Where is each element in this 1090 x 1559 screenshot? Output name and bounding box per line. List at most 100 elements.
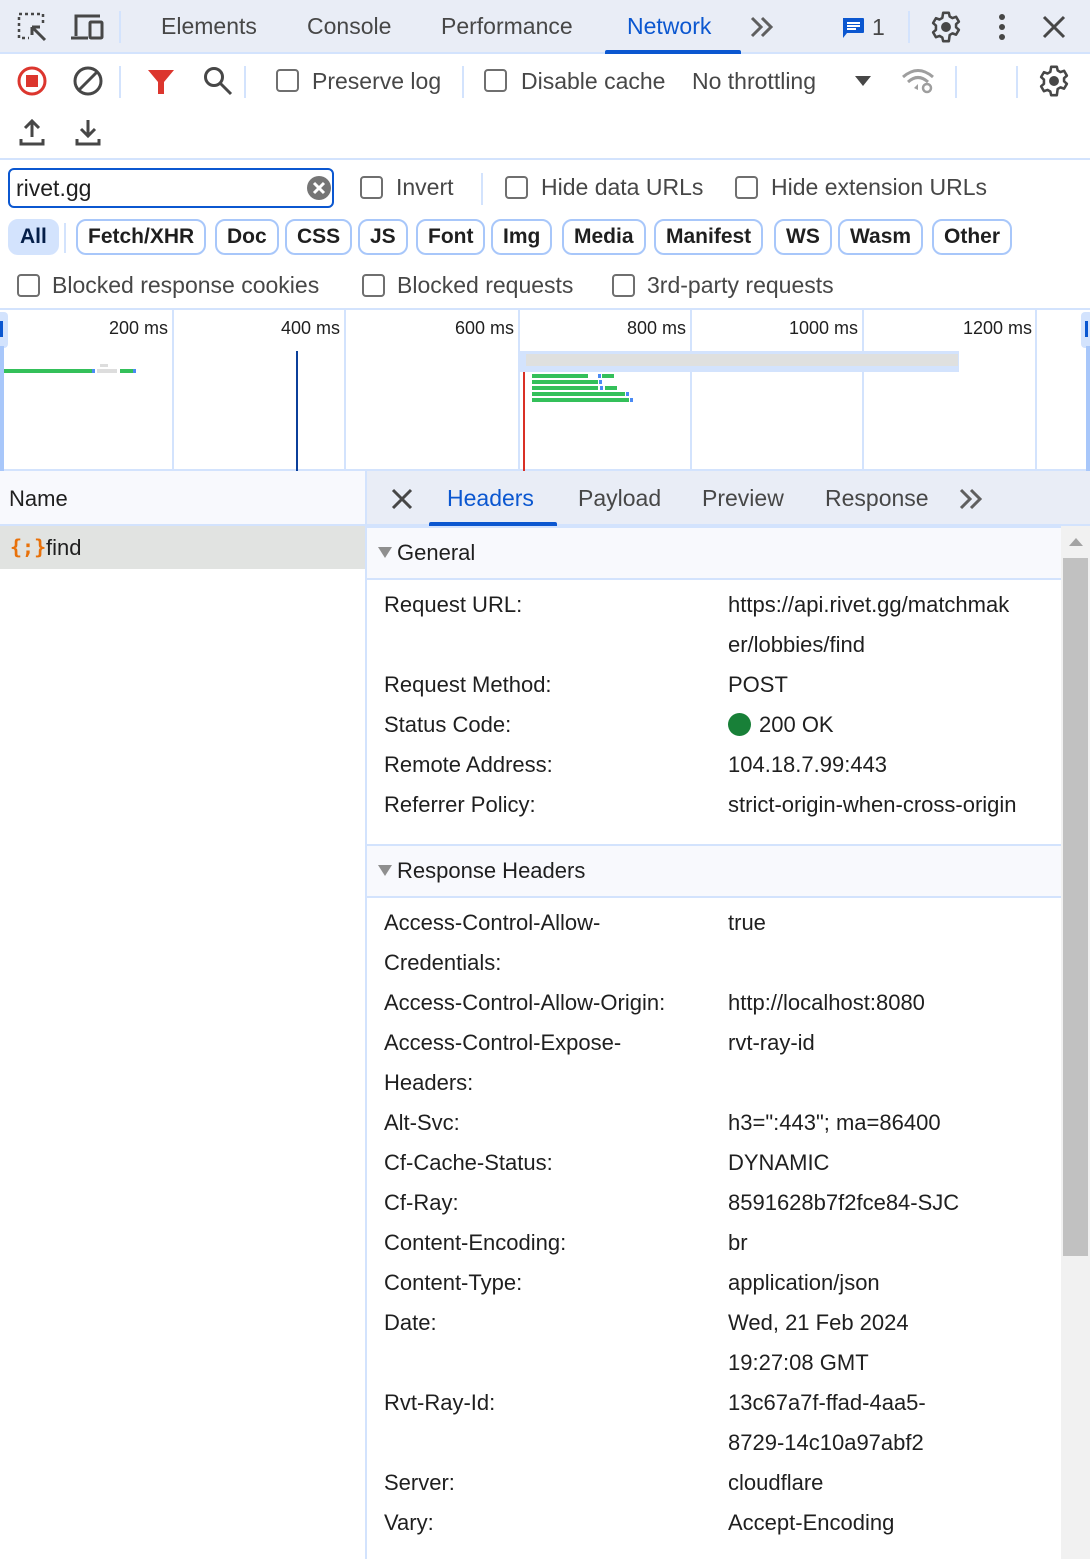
hide-data-urls-checkbox[interactable] xyxy=(505,176,528,199)
tab-preview[interactable]: Preview xyxy=(702,471,784,526)
disable-cache-label[interactable]: Disable cache xyxy=(521,66,665,96)
overview-right-edge xyxy=(1086,346,1090,471)
waterfall-bar xyxy=(532,380,598,384)
network-toolbar: Preserve log Disable cache No throttling xyxy=(0,54,1090,160)
close-details-icon[interactable] xyxy=(390,487,414,511)
waterfall-bar xyxy=(600,386,603,390)
waterfall-bar xyxy=(4,369,92,373)
filter-input[interactable]: rivet.gg xyxy=(8,168,334,208)
blocked-response-cookies-label[interactable]: Blocked response cookies xyxy=(52,270,319,300)
overview-right-handle[interactable] xyxy=(1081,312,1090,348)
triangle-down-icon xyxy=(378,547,392,558)
section-title: General xyxy=(397,540,476,565)
waterfall-bar xyxy=(532,398,629,402)
tab-response[interactable]: Response xyxy=(825,471,929,526)
section-general-header[interactable]: General xyxy=(367,526,1061,580)
header-value: POST xyxy=(728,672,788,697)
third-party-requests-label[interactable]: 3rd-party requests xyxy=(647,270,834,300)
column-header-name[interactable]: Name xyxy=(0,471,367,526)
filter-chip-fetch-xhr[interactable]: Fetch/XHR xyxy=(76,219,207,255)
stop-recording-icon[interactable] xyxy=(16,65,48,97)
invert-label[interactable]: Invert xyxy=(396,172,454,202)
filter-icon[interactable] xyxy=(146,66,176,96)
import-har-icon[interactable] xyxy=(18,117,46,147)
headers-panel: General Request URL: https://api.rivet.g… xyxy=(367,526,1061,1559)
issues-count[interactable]: 1 xyxy=(872,14,885,41)
waterfall-bar xyxy=(598,374,601,378)
tick-label: 1200 ms xyxy=(962,318,1032,338)
header-name: Vary: xyxy=(384,1510,434,1535)
header-value: br xyxy=(728,1230,748,1255)
issues-message-icon[interactable] xyxy=(840,16,866,40)
divider xyxy=(1016,66,1018,98)
hide-extension-urls-label[interactable]: Hide extension URLs xyxy=(771,172,987,202)
tab-payload[interactable]: Payload xyxy=(578,471,661,526)
blocked-requests-label[interactable]: Blocked requests xyxy=(397,270,573,300)
header-name: Rvt-Ray-Id: xyxy=(384,1390,496,1415)
inspect-element-icon[interactable] xyxy=(16,11,48,43)
header-name: Content-Type: xyxy=(384,1270,523,1295)
preserve-log-checkbox[interactable] xyxy=(276,69,299,92)
section-response-headers-header[interactable]: Response Headers xyxy=(367,844,1061,898)
filter-chip-wasm[interactable]: Wasm xyxy=(838,219,924,255)
header-value: Wed, 21 Feb 2024 19:27:08 GMT xyxy=(728,1310,909,1375)
blocked-requests-checkbox[interactable] xyxy=(362,274,385,297)
hide-extension-urls-checkbox[interactable] xyxy=(735,176,758,199)
fetch-icon: {;} xyxy=(10,535,47,559)
clear-filter-icon[interactable] xyxy=(306,175,332,201)
overview-left-handle[interactable] xyxy=(0,312,8,348)
divider xyxy=(908,11,910,43)
filter-chip-css[interactable]: CSS xyxy=(285,219,353,255)
tab-console[interactable]: Console xyxy=(307,0,391,52)
grid-line xyxy=(172,310,174,471)
more-options-icon[interactable] xyxy=(990,12,1014,42)
tab-network[interactable]: Network xyxy=(627,0,711,52)
request-row[interactable]: {;} find xyxy=(0,526,365,569)
grid-line xyxy=(690,310,692,471)
details-scrollbar[interactable] xyxy=(1061,526,1090,1559)
close-devtools-icon[interactable] xyxy=(1040,13,1068,41)
blocked-response-cookies-checkbox[interactable] xyxy=(17,274,40,297)
filter-chip-all[interactable]: All xyxy=(8,219,59,255)
settings-gear-icon[interactable] xyxy=(929,10,963,44)
devtools-tab-bar: Elements Console Performance Network 1 xyxy=(0,0,1090,54)
filter-chip-js[interactable]: JS xyxy=(358,219,408,255)
waterfall-bar xyxy=(92,369,95,373)
tick-label: 200 ms xyxy=(108,318,168,338)
filter-chip-other[interactable]: Other xyxy=(932,219,1013,255)
status-ok-dot-icon xyxy=(728,713,751,736)
filter-chip-ws[interactable]: WS xyxy=(774,219,832,255)
scroll-up-arrow-icon[interactable] xyxy=(1069,538,1083,546)
waterfall-bar xyxy=(120,369,133,373)
scrollbar-thumb[interactable] xyxy=(1063,558,1088,1256)
preserve-log-label[interactable]: Preserve log xyxy=(312,66,441,96)
clear-icon[interactable] xyxy=(72,65,104,97)
tab-performance[interactable]: Performance xyxy=(441,0,573,52)
disable-cache-checkbox[interactable] xyxy=(484,69,507,92)
filter-chip-font[interactable]: Font xyxy=(416,219,486,255)
network-overview[interactable]: 200 ms 400 ms 600 ms 800 ms 1000 ms 1200… xyxy=(0,310,1090,471)
chevron-double-right-icon[interactable] xyxy=(748,14,776,40)
device-toolbar-icon[interactable] xyxy=(70,12,106,42)
tab-headers[interactable]: Headers xyxy=(447,471,534,526)
filter-chip-media[interactable]: Media xyxy=(562,219,646,255)
invert-checkbox[interactable] xyxy=(360,176,383,199)
tab-elements[interactable]: Elements xyxy=(161,0,257,52)
hide-data-urls-label[interactable]: Hide data URLs xyxy=(541,172,703,202)
divider xyxy=(119,11,121,43)
dropdown-arrow-icon[interactable] xyxy=(853,74,873,88)
export-har-icon[interactable] xyxy=(74,117,102,147)
filter-chip-img[interactable]: Img xyxy=(491,219,553,255)
throttling-select[interactable]: No throttling xyxy=(692,66,816,96)
search-icon[interactable] xyxy=(202,65,234,97)
chevron-double-right-icon[interactable] xyxy=(957,486,985,512)
filter-chip-doc[interactable]: Doc xyxy=(215,219,279,255)
tick-label: 800 ms xyxy=(626,318,686,338)
network-conditions-icon[interactable] xyxy=(900,66,938,96)
third-party-requests-checkbox[interactable] xyxy=(612,274,635,297)
divider xyxy=(119,66,121,98)
filter-chip-manifest[interactable]: Manifest xyxy=(654,219,764,255)
header-name: Request Method: xyxy=(384,672,552,697)
header-name: Remote Address: xyxy=(384,752,553,777)
network-settings-icon[interactable] xyxy=(1037,64,1071,98)
